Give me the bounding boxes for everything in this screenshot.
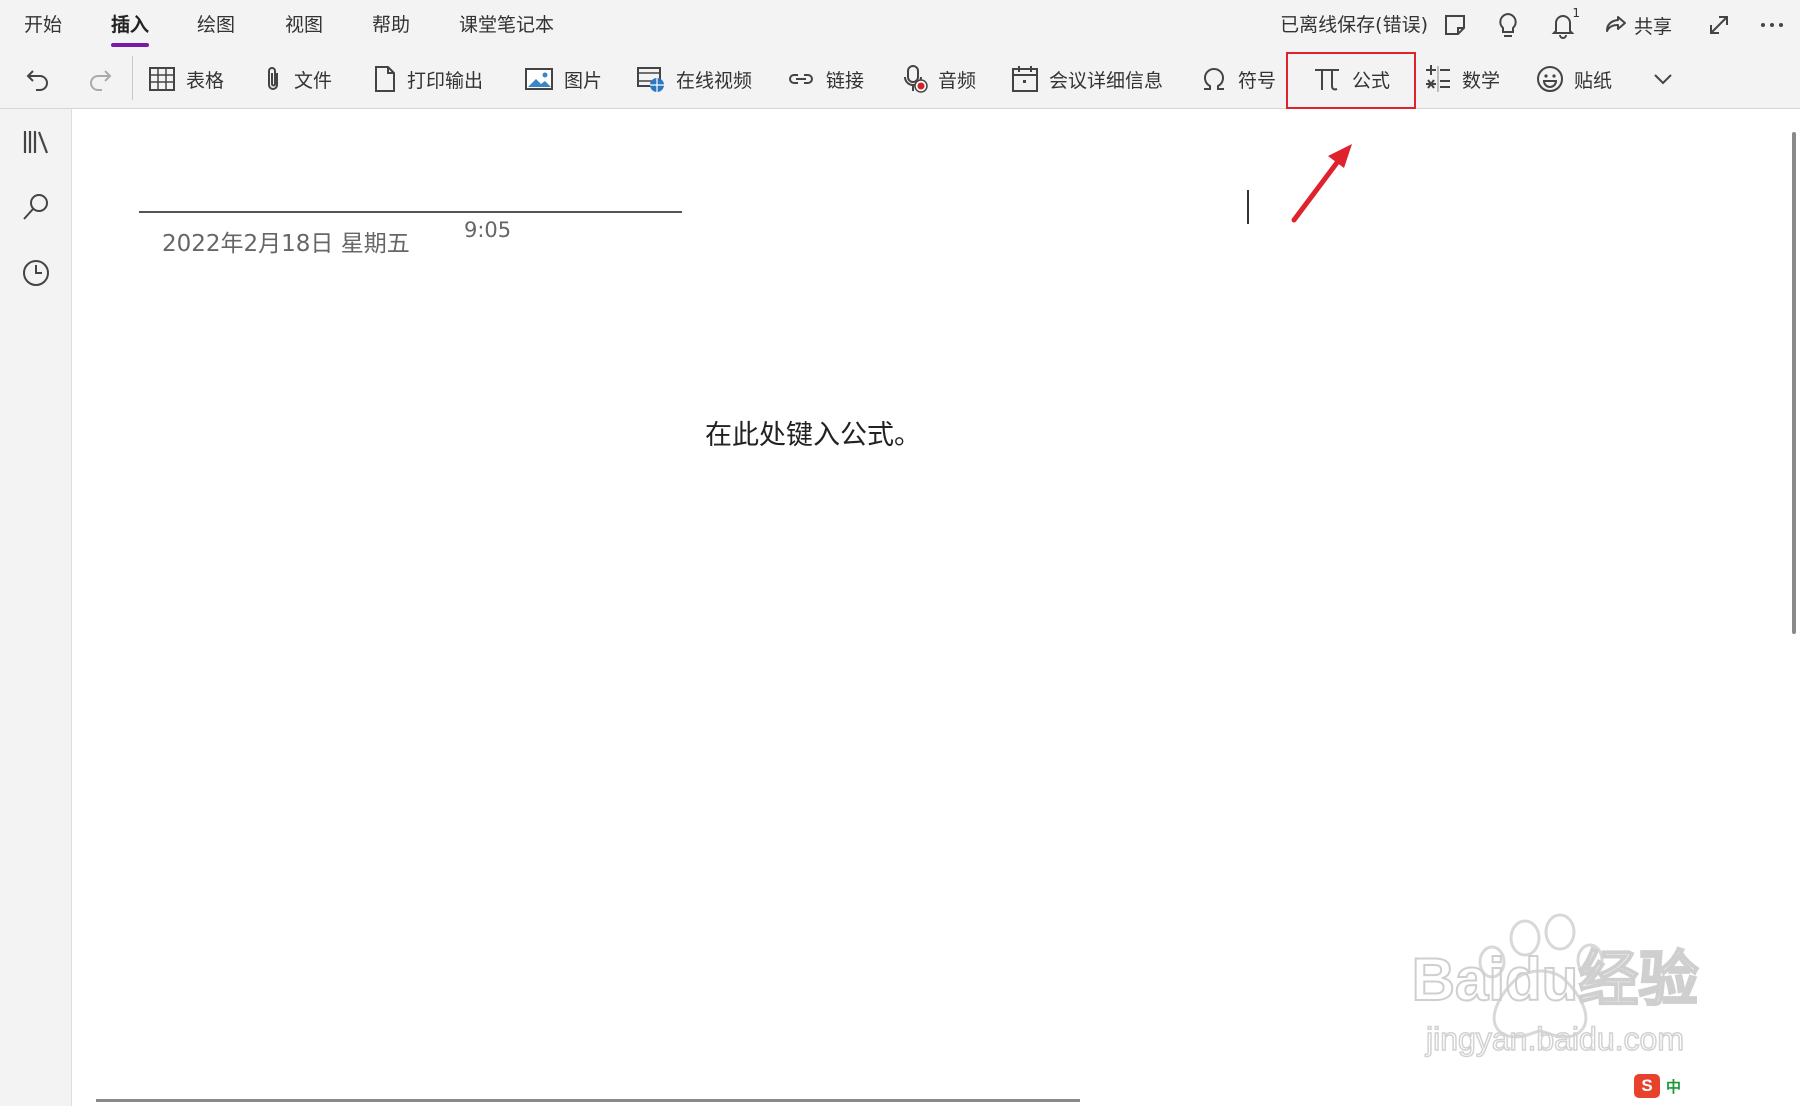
- symbol-button[interactable]: 符号: [1200, 60, 1276, 98]
- link-button[interactable]: 链接: [786, 60, 864, 98]
- recent-clock-icon[interactable]: [17, 254, 55, 292]
- link-label: 链接: [826, 69, 865, 92]
- page-bottom-divider: [96, 1099, 1080, 1102]
- omega-icon: [1204, 67, 1224, 90]
- ime-mode: 中: [1666, 1077, 1682, 1096]
- meeting-details-button[interactable]: 会议详细信息: [1011, 60, 1163, 98]
- table-button[interactable]: 表格: [148, 60, 224, 98]
- online-video-button[interactable]: 在线视频: [636, 60, 752, 98]
- ribbon-divider: [132, 56, 133, 100]
- file-label: 文件: [294, 69, 333, 92]
- printout-button[interactable]: 打印输出: [373, 60, 483, 98]
- share-icon: [1606, 16, 1626, 32]
- redo-icon: [90, 70, 112, 91]
- page-date: 2022年2月18日 星期五: [162, 231, 410, 257]
- watermark-brand: Baidu经验: [1412, 946, 1699, 1013]
- redo-button[interactable]: [86, 60, 114, 98]
- microphone-icon: [904, 65, 928, 93]
- text-cursor: [1247, 190, 1249, 224]
- equation-placeholder[interactable]: 在此处键入公式。: [705, 413, 921, 452]
- lightbulb-icon[interactable]: [1491, 8, 1525, 42]
- picture-icon: [525, 68, 553, 90]
- save-status[interactable]: 已离线保存(错误): [1280, 10, 1428, 40]
- annotation-arrow: [1291, 144, 1352, 223]
- tab-insert[interactable]: 插入: [111, 10, 150, 47]
- sticky-note-icon[interactable]: [1438, 8, 1472, 42]
- tab-home[interactable]: 开始: [24, 10, 62, 40]
- notification-badge: 1: [1572, 6, 1580, 20]
- math-label: 数学: [1462, 69, 1501, 92]
- tab-view[interactable]: 视图: [285, 10, 323, 40]
- math-icon: [1426, 65, 1450, 92]
- audio-button[interactable]: 音频: [902, 60, 976, 98]
- vertical-scrollbar[interactable]: [1792, 132, 1796, 634]
- document-icon: [375, 66, 395, 92]
- top-bar: 开始 插入 绘图 视图 帮助 课堂笔记本 已离线保存(错误) 1 共享 表格 文…: [0, 0, 1800, 109]
- expand-icon[interactable]: [1702, 8, 1736, 42]
- table-label: 表格: [186, 69, 225, 92]
- more-options-icon[interactable]: [1755, 8, 1789, 42]
- smiley-icon: [1537, 66, 1563, 92]
- calendar-icon: [1012, 66, 1038, 92]
- tab-help[interactable]: 帮助: [372, 10, 410, 40]
- sticker-button[interactable]: 贴纸: [1536, 60, 1612, 98]
- share-button[interactable]: 共享: [1604, 8, 1672, 42]
- ribbon-overflow-button[interactable]: [1652, 60, 1674, 98]
- undo-button[interactable]: [24, 60, 52, 98]
- paperclip-icon: [268, 67, 278, 90]
- page-title-line[interactable]: [139, 211, 682, 213]
- search-icon[interactable]: [17, 188, 55, 226]
- math-button[interactable]: 数学: [1424, 60, 1500, 98]
- left-sidebar: [0, 109, 72, 1106]
- picture-button[interactable]: 图片: [524, 60, 602, 98]
- online-video-label: 在线视频: [676, 69, 753, 92]
- picture-label: 图片: [564, 69, 603, 92]
- notification-bell-icon[interactable]: 1: [1546, 6, 1580, 42]
- page-time: 9:05: [464, 218, 512, 242]
- notebooks-icon[interactable]: [17, 123, 55, 161]
- equation-highlight-box: [1286, 52, 1416, 109]
- printout-label: 打印输出: [407, 69, 484, 92]
- table-icon: [149, 67, 175, 91]
- file-attachment-button[interactable]: 文件: [262, 60, 332, 98]
- tab-class-notebook[interactable]: 课堂笔记本: [459, 10, 554, 40]
- share-label: 共享: [1634, 15, 1673, 38]
- meeting-details-label: 会议详细信息: [1049, 69, 1164, 92]
- sticker-label: 贴纸: [1574, 69, 1613, 92]
- undo-icon: [26, 70, 48, 91]
- baidu-watermark-logo: Baidu经验 jingyan.baidu.com: [1411, 913, 1699, 1058]
- online-video-icon: [637, 67, 664, 92]
- sogou-ime-icon: S: [1634, 1074, 1660, 1098]
- audio-label: 音频: [938, 69, 977, 92]
- watermark-url: jingyan.baidu.com: [1425, 1021, 1684, 1057]
- tab-draw[interactable]: 绘图: [197, 10, 235, 40]
- symbol-label: 符号: [1238, 69, 1277, 92]
- link-icon: [789, 74, 813, 84]
- chevron-down-icon: [1654, 74, 1672, 85]
- ime-indicator[interactable]: S 中: [1634, 1074, 1681, 1098]
